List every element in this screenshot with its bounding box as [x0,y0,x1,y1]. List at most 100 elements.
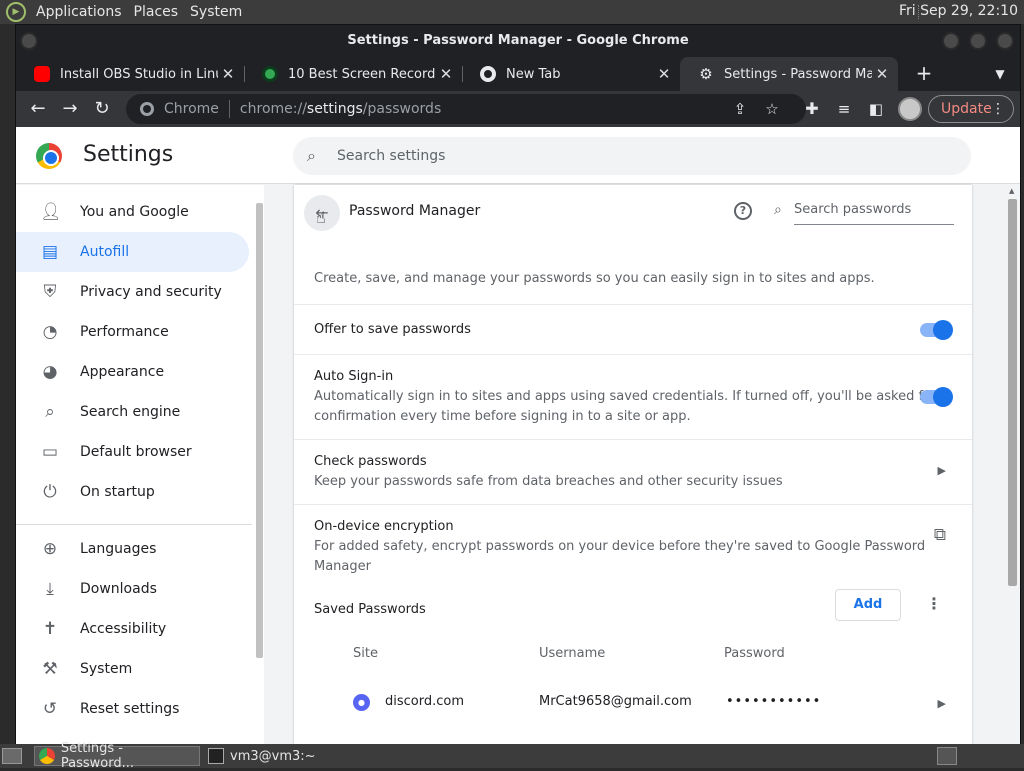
search-settings-input[interactable]: ⌕ Search settings [293,137,971,175]
sidebar-item-reset-settings[interactable]: ↺ Reset settings [16,689,249,729]
sidebar-item-languages[interactable]: ⊕ Languages [16,529,249,569]
chrome-site-icon [140,102,154,116]
task-chrome-settings[interactable]: Settings - Password... [34,741,200,771]
chevron-right-icon[interactable]: ▶ [938,464,946,477]
window-titlebar[interactable]: Settings - Password Manager - Google Chr… [16,25,1020,57]
places-menu[interactable]: Places [130,4,187,20]
show-desktop-button[interactable] [2,748,22,764]
page-scrollbar-thumb[interactable] [1008,199,1017,586]
on-device-encryption-row[interactable]: On-device encryption For added safety, e… [294,504,972,574]
sidebar-item-you-and-google[interactable]: 👤︎ You and Google [16,192,249,232]
auto-sign-in-toggle[interactable] [920,387,953,407]
tab-new-tab[interactable]: New Tab ✕ [462,57,680,91]
chrome-icon [39,748,55,764]
tab-title: Install OBS Studio in Linux! [60,66,218,82]
add-password-button[interactable]: Add [835,589,901,621]
saved-passwords-heading: Saved Passwords [314,602,426,617]
distro-logo-icon[interactable]: ▶ [6,2,26,22]
close-tab-icon[interactable]: ✕ [436,65,456,83]
extensions-puzzle-icon[interactable]: ✚ [800,97,824,121]
history-icon: ↺ [42,699,58,719]
sidebar-item-label: Downloads [80,581,157,597]
new-tab-button[interactable]: + [912,62,936,86]
media-queue-icon[interactable]: ≡ [832,97,856,121]
tab-obs[interactable]: Install OBS Studio in Linux! ✕ [16,57,244,91]
tray-chrome-icon[interactable] [937,747,957,765]
sidebar-item-label: You and Google [80,204,189,220]
sidebar-item-appearance[interactable]: ◕ Appearance [16,352,249,392]
external-link-icon[interactable]: ⧉ [934,525,946,545]
column-header-username: Username [539,646,606,661]
sidebar-item-performance[interactable]: ◔ Performance [16,312,249,352]
tab-title: 10 Best Screen Recorders f [288,66,436,82]
search-icon: ⌕ [307,146,316,165]
toggle-knob [933,320,953,340]
settings-page: Settings ⌕ Search settings 👤︎ You and Goo… [16,127,1020,744]
task-label: vm3@vm3:~ [230,748,316,764]
more-actions-icon[interactable]: ⋮ [926,594,942,613]
sidebar-item-on-startup[interactable]: ⏻ On startup [16,472,249,512]
sidebar-item-privacy[interactable]: ⛨ Privacy and security [16,272,249,312]
tab-screen-recorders[interactable]: 10 Best Screen Recorders f ✕ [244,57,462,91]
close-tab-icon[interactable]: ✕ [218,65,238,83]
intro-text: Create, save, and manage your passwords … [314,271,875,286]
sidebar-item-search-engine[interactable]: ⌕ Search engine [16,392,249,432]
reload-icon[interactable]: ↻ [90,97,114,121]
menu-dots-icon[interactable]: ⋮ [991,96,1005,122]
tab-search-chevron-icon[interactable]: ▼ [988,62,1012,86]
check-passwords-row[interactable]: Check passwords Keep your passwords safe… [294,439,972,504]
check-passwords-desc: Keep your passwords safe from data breac… [314,474,783,489]
sidebar-item-accessibility[interactable]: ✝ Accessibility [16,609,249,649]
offer-to-save-row: Offer to save passwords [294,304,972,354]
address-bar[interactable]: Chrome chrome://settings/passwords ⇪ ☆ [126,94,806,124]
chrome-icon [480,66,496,82]
close-tab-icon[interactable]: ✕ [872,65,892,83]
browser-icon: ▭ [41,442,59,462]
offer-to-save-toggle[interactable] [920,320,953,340]
sidebar-item-label: System [80,661,133,677]
tab-settings[interactable]: ⚙ Settings - Password Mana ✕ [680,57,898,91]
chevron-right-icon[interactable]: ▶ [938,697,946,710]
share-icon[interactable]: ⇪ [730,99,750,119]
close-window-button[interactable] [996,32,1014,50]
sidebar-item-default-browser[interactable]: ▭ Default browser [16,432,249,472]
settings-header: Settings ⌕ Search settings [16,127,1020,184]
sidebar-scrollbar-thumb[interactable] [256,203,263,658]
check-passwords-label: Check passwords [314,454,427,469]
shield-icon: ⛨ [43,282,57,302]
task-terminal[interactable]: vm3@vm3:~ [204,746,324,766]
minimize-button[interactable] [942,32,960,50]
window-menu-button[interactable] [20,32,38,50]
search-passwords-input[interactable]: Search passwords [794,202,954,225]
help-icon[interactable]: ? [734,202,752,220]
side-panel-icon[interactable]: ◧ [864,97,888,121]
saved-site[interactable]: discord.com [385,694,464,709]
sidebar-item-label: Languages [80,541,157,557]
sidebar-item-downloads[interactable]: ⤓ Downloads [16,569,249,609]
profile-avatar[interactable] [898,97,922,121]
clock[interactable]: Fri Sep 29, 22:10 [899,3,1018,19]
forward-arrow-icon[interactable]: → [58,97,82,121]
sidebar-item-autofill[interactable]: ▤ Autofill [16,232,249,272]
page-title: Settings [83,142,174,167]
system-menu[interactable]: System [186,4,250,20]
search-icon: ⌕ [45,402,55,422]
sidebar-scrollbar[interactable] [254,185,264,744]
auto-sign-in-desc-1: Automatically sign in to sites and apps … [314,389,937,404]
page-scrollbar[interactable]: ▲ [1006,185,1020,744]
applications-menu[interactable]: Applications [32,4,130,20]
sidebar-item-system[interactable]: ⚒ System [16,649,249,689]
browser-window: Settings - Password Manager - Google Chr… [15,24,1021,744]
bookmark-star-icon[interactable]: ☆ [762,99,782,119]
maximize-button[interactable] [969,32,987,50]
person-icon: 👤︎ [40,202,62,222]
scroll-up-arrow-icon[interactable]: ▲ [1009,187,1014,195]
sidebar-item-label: Accessibility [80,621,167,637]
update-button[interactable]: Update ⋮ [928,95,1014,123]
globe-icon: ⊕ [42,539,58,559]
sidebar-item-label: Appearance [80,364,165,380]
palette-icon: ◕ [42,362,58,382]
youtube-icon [34,66,50,82]
close-tab-icon[interactable]: ✕ [654,65,674,83]
back-arrow-icon[interactable]: ← [26,97,50,121]
